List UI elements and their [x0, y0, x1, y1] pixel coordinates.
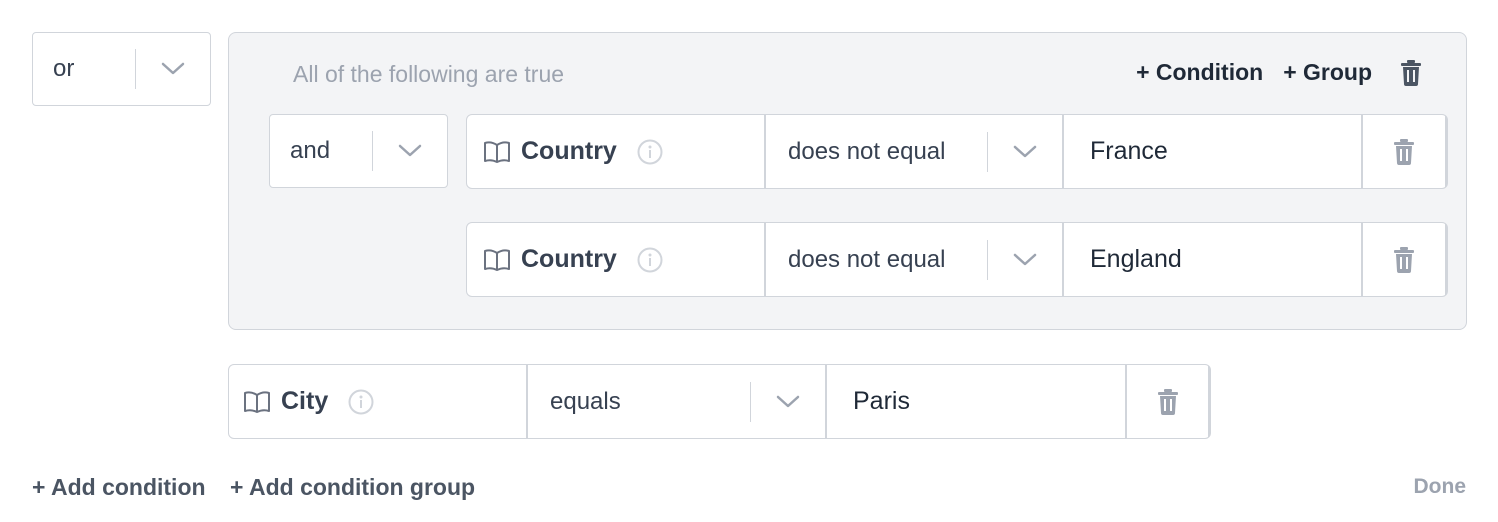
- operator-select[interactable]: does not equal: [766, 223, 1062, 296]
- operator-value: does not equal: [788, 245, 946, 273]
- add-condition-link[interactable]: + Add condition: [32, 474, 206, 501]
- field-selector[interactable]: City: [229, 365, 526, 438]
- group-condition-row: Country does not equal France: [466, 114, 1448, 189]
- delete-group-button[interactable]: [1400, 59, 1422, 86]
- field-selector[interactable]: Country: [467, 223, 764, 296]
- info-icon[interactable]: [348, 389, 374, 415]
- condition-row: City equals Paris: [228, 364, 1211, 439]
- group-combinator-select[interactable]: and: [269, 114, 448, 188]
- add-condition-group-link[interactable]: + Add condition group: [230, 474, 475, 501]
- chevron-down-icon: [751, 365, 825, 438]
- root-combinator-select[interactable]: or: [32, 32, 211, 106]
- info-icon[interactable]: [637, 247, 663, 273]
- field-selector[interactable]: Country: [467, 115, 764, 188]
- operator-select[interactable]: does not equal: [766, 115, 1062, 188]
- delete-condition-button[interactable]: [1363, 223, 1445, 296]
- chevron-down-icon: [988, 223, 1062, 296]
- field-name: City: [281, 387, 329, 415]
- operator-value: equals: [550, 387, 621, 415]
- operator-select[interactable]: equals: [528, 365, 825, 438]
- info-icon[interactable]: [637, 139, 663, 165]
- add-group-button[interactable]: + Group: [1283, 59, 1372, 86]
- field-name: Country: [521, 245, 617, 273]
- value-input[interactable]: England: [1064, 223, 1361, 296]
- group-condition-row: Country does not equal England: [466, 222, 1448, 297]
- field-name: Country: [521, 137, 617, 165]
- book-icon: [243, 390, 271, 413]
- trash-icon: [1157, 388, 1178, 415]
- value-input[interactable]: Paris: [827, 365, 1125, 438]
- trash-icon: [1401, 59, 1421, 86]
- delete-condition-button[interactable]: [1363, 115, 1445, 188]
- book-icon: [483, 140, 511, 163]
- operator-value: does not equal: [788, 137, 946, 165]
- add-condition-button[interactable]: + Condition: [1136, 59, 1263, 86]
- chevron-down-icon: [136, 33, 210, 105]
- group-title: All of the following are true: [293, 61, 565, 87]
- trash-icon: [1394, 138, 1414, 165]
- book-icon: [483, 248, 511, 271]
- group-actions: + Condition + Group: [1136, 59, 1422, 86]
- group-combinator-value: and: [290, 137, 331, 164]
- root-combinator-value: or: [53, 55, 75, 82]
- chevron-down-icon: [373, 115, 447, 187]
- trash-icon: [1394, 246, 1414, 273]
- chevron-down-icon: [988, 115, 1062, 188]
- done-button[interactable]: Done: [1414, 475, 1467, 499]
- value-input[interactable]: France: [1064, 115, 1361, 188]
- delete-condition-button[interactable]: [1127, 365, 1208, 438]
